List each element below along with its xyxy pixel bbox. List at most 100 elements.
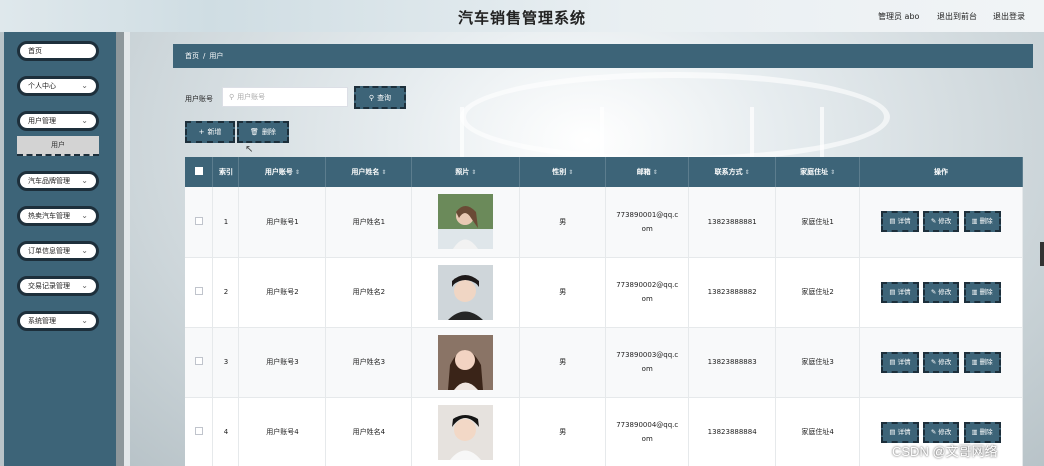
cell-index: 2 xyxy=(212,257,240,328)
cell-actions: ▤ 详情 ✎ 修改 ▥ 删除 xyxy=(859,257,1023,328)
sidebar-item-label: 系统管理 xyxy=(28,317,56,325)
row-checkbox[interactable] xyxy=(185,327,214,398)
edit-button[interactable]: ✎ 修改 xyxy=(922,421,960,443)
sidebar-item-home[interactable]: 首页 xyxy=(17,41,99,61)
user-photo[interactable] xyxy=(438,334,494,390)
delete-button[interactable]: ▥ 删除 xyxy=(963,211,1001,233)
user-photo[interactable] xyxy=(438,194,494,250)
sidebar-subitem-user[interactable]: 用户 xyxy=(17,136,99,156)
cell-address: 家庭住址2 xyxy=(775,257,861,328)
cell-photo xyxy=(411,257,521,328)
cell-actions: ▤ 详情 ✎ 修改 ▥ 删除 xyxy=(859,187,1023,258)
sidebar-item-transaction-management[interactable]: 交易记录管理 ⌄ xyxy=(17,276,99,296)
document-icon: ▤ xyxy=(889,287,896,296)
detail-button[interactable]: ▤ 详情 xyxy=(881,281,919,303)
scrollbar-handle[interactable] xyxy=(1040,242,1044,266)
chevron-down-icon: ⌄ xyxy=(81,176,88,185)
pencil-icon: ✎ xyxy=(930,217,937,226)
edit-button[interactable]: ✎ 修改 xyxy=(922,211,960,233)
cell-phone: 13823888883 xyxy=(688,327,777,398)
row-checkbox[interactable] xyxy=(185,187,214,258)
column-header[interactable]: 用户账号 ⇕ xyxy=(238,157,327,187)
column-header[interactable]: 用户姓名 ⇕ xyxy=(325,157,413,187)
column-header[interactable]: 家庭住址 ⇕ xyxy=(775,157,861,187)
column-header[interactable]: 性别 ⇕ xyxy=(519,157,607,187)
cell-gender: 男 xyxy=(519,327,607,398)
column-header[interactable]: 邮箱 ⇕ xyxy=(605,157,690,187)
logout-link[interactable]: 退出登录 xyxy=(993,11,1025,22)
sidebar-item-label: 热卖汽车管理 xyxy=(28,212,70,220)
search-icon: ⚲ xyxy=(368,93,375,102)
breadcrumb-separator: / xyxy=(203,52,206,60)
back-to-front-link[interactable]: 退出到前台 xyxy=(937,11,977,22)
cell-address: 家庭住址4 xyxy=(775,397,861,466)
column-header: 索引 xyxy=(212,157,240,187)
search-placeholder: 用户账号 xyxy=(237,93,266,101)
top-header: 汽车销售管理系统 管理员 abo 退出到前台 退出登录 xyxy=(0,0,1044,32)
delete-button[interactable]: ▥ 删除 xyxy=(963,421,1001,443)
breadcrumb-home[interactable]: 首页 xyxy=(185,51,199,61)
detail-button[interactable]: ▤ 详情 xyxy=(881,351,919,373)
delete-button[interactable]: ▥ 删除 xyxy=(963,281,1001,303)
select-all-checkbox[interactable] xyxy=(185,157,214,187)
sidebar-item-brand-management[interactable]: 汽车品牌管理 ⌄ xyxy=(17,171,99,191)
document-icon: ▤ xyxy=(889,427,896,436)
edit-button[interactable]: ✎ 修改 xyxy=(922,281,960,303)
edit-button[interactable]: ✎ 修改 xyxy=(922,351,960,373)
user-photo[interactable] xyxy=(438,264,494,320)
column-header[interactable]: 照片 ⇕ xyxy=(411,157,521,187)
user-photo[interactable] xyxy=(438,404,494,460)
sort-icon: ⇕ xyxy=(294,169,300,176)
detail-button[interactable]: ▤ 详情 xyxy=(881,211,919,233)
mouse-cursor-icon: ↖ xyxy=(245,144,254,155)
chevron-down-icon: ⌄ xyxy=(81,281,88,290)
sort-icon: ⇕ xyxy=(568,169,574,176)
table-row: 2 用户账号2 用户姓名2 男 773890002@qq.com 1382388… xyxy=(185,257,1023,328)
chevron-down-icon: ⌄ xyxy=(81,316,88,325)
sort-icon: ⇕ xyxy=(830,169,836,176)
cell-account: 用户账号2 xyxy=(238,257,327,328)
cell-index: 4 xyxy=(212,397,240,466)
cell-photo xyxy=(411,397,521,466)
sidebar-item-personal-center[interactable]: 个人中心 ⌄ xyxy=(17,76,99,96)
cell-photo xyxy=(411,187,521,258)
add-button[interactable]: + 新增 xyxy=(185,121,235,143)
cell-gender: 男 xyxy=(519,397,607,466)
batch-delete-button[interactable]: 🗑 删除 xyxy=(237,121,289,143)
pencil-icon: ✎ xyxy=(930,287,937,296)
row-checkbox[interactable] xyxy=(185,397,214,466)
sidebar-item-system-management[interactable]: 系统管理 ⌄ xyxy=(17,311,99,331)
plus-icon: + xyxy=(198,128,205,136)
cell-email: 773890004@qq.com xyxy=(605,397,690,466)
search-button[interactable]: ⚲ 查询 xyxy=(354,86,406,109)
sort-icon: ⇕ xyxy=(744,169,750,176)
trash-icon: ▥ xyxy=(971,217,978,226)
sidebar-item-order-management[interactable]: 订单信息管理 ⌄ xyxy=(17,241,99,261)
pencil-icon: ✎ xyxy=(930,357,937,366)
trash-icon: ▥ xyxy=(971,357,978,366)
cell-phone: 13823888881 xyxy=(688,187,777,258)
cell-name: 用户姓名4 xyxy=(325,397,413,466)
search-input[interactable]: ⚲ 用户账号 xyxy=(222,87,348,107)
column-header[interactable]: 联系方式 ⇕ xyxy=(688,157,777,187)
cell-name: 用户姓名2 xyxy=(325,257,413,328)
watermark: CSDN @文哥网络 xyxy=(892,444,998,459)
detail-button[interactable]: ▤ 详情 xyxy=(881,421,919,443)
sidebar-item-label: 个人中心 xyxy=(28,82,56,90)
chevron-down-icon: ⌄ xyxy=(81,116,88,125)
cell-name: 用户姓名1 xyxy=(325,187,413,258)
admin-label: 管理员 abo xyxy=(878,12,920,21)
cell-account: 用户账号3 xyxy=(238,327,327,398)
cell-account: 用户账号4 xyxy=(238,397,327,466)
add-button-label: 新增 xyxy=(207,128,222,136)
sidebar-item-user-management[interactable]: 用户管理 ⌄ xyxy=(17,111,99,131)
cell-actions: ▤ 详情 ✎ 修改 ▥ 删除 xyxy=(859,327,1023,398)
chevron-down-icon: ⌄ xyxy=(81,81,88,90)
column-header: 操作 xyxy=(859,157,1023,187)
sidebar-item-hot-car-management[interactable]: 热卖汽车管理 ⌄ xyxy=(17,206,99,226)
chevron-down-icon: ⌄ xyxy=(81,246,88,255)
row-checkbox[interactable] xyxy=(185,257,214,328)
delete-button-label: 删除 xyxy=(261,128,276,136)
delete-button[interactable]: ▥ 删除 xyxy=(963,351,1001,373)
sidebar-divider xyxy=(116,32,124,466)
